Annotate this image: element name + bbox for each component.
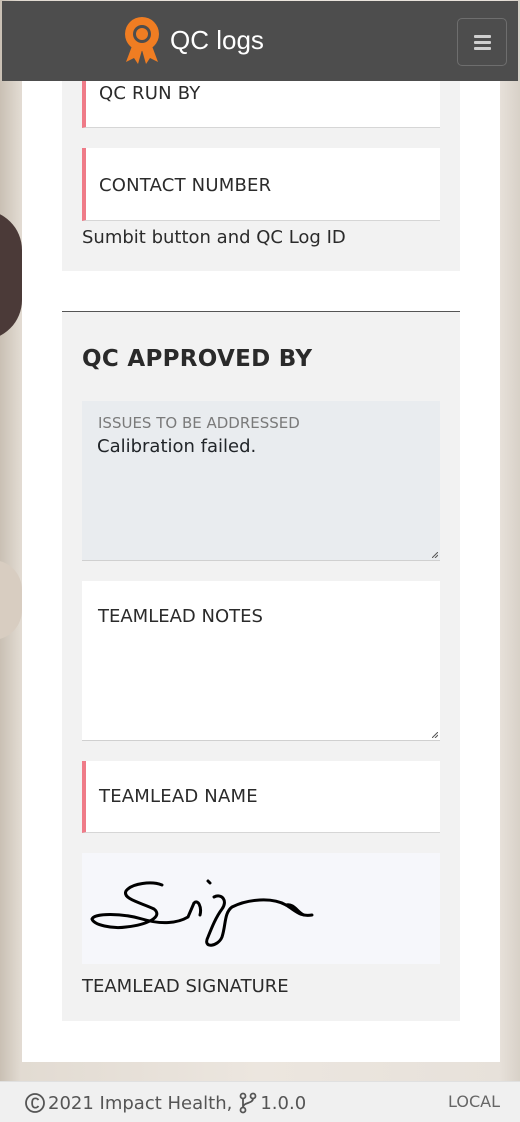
- teamlead-notes-textarea[interactable]: TEAMLEAD NOTES: [82, 581, 440, 741]
- version-text: 1.0.0: [260, 1092, 307, 1114]
- footer: 2021 Impact Health, 1.0.0 LOCAL: [0, 1081, 520, 1122]
- submit-note: Sumbit button and QC Log ID: [82, 227, 346, 248]
- menu-toggle-button[interactable]: [457, 18, 507, 66]
- navbar: QC logs: [2, 1, 518, 81]
- qc-run-by-label: QC RUN BY: [99, 83, 201, 104]
- code-branch-icon: [239, 1092, 257, 1114]
- hamburger-menu-icon-bar: [474, 41, 491, 44]
- app-title: QC logs: [170, 24, 264, 55]
- hamburger-menu-icon: [474, 35, 491, 38]
- copyright-icon: [25, 1093, 45, 1113]
- issues-textarea[interactable]: ISSUES TO BE ADDRESSED Calibration faile…: [82, 401, 440, 561]
- resize-grip-icon[interactable]: [432, 732, 438, 738]
- footer-info: 2021 Impact Health, 1.0.0: [24, 1092, 306, 1114]
- resize-grip-icon[interactable]: [432, 552, 438, 558]
- teamlead-name-field[interactable]: TEAMLEAD NAME: [82, 761, 440, 833]
- signature-pad[interactable]: [82, 853, 440, 964]
- teamlead-name-label: TEAMLEAD NAME: [99, 786, 258, 807]
- teamlead-signature-label: TEAMLEAD SIGNATURE: [82, 976, 289, 997]
- teamlead-notes-label: TEAMLEAD NOTES: [98, 606, 263, 627]
- signature-drawing: [90, 879, 314, 947]
- contact-number-field[interactable]: CONTACT NUMBER: [82, 148, 440, 221]
- environment-label: LOCAL: [448, 1092, 500, 1111]
- brand-link[interactable]: QC logs: [122, 16, 264, 64]
- copyright-text: 2021 Impact Health,: [48, 1092, 233, 1114]
- issues-label: ISSUES TO BE ADDRESSED: [98, 414, 300, 432]
- hamburger-menu-icon-bar: [474, 47, 491, 50]
- contact-number-label: CONTACT NUMBER: [99, 175, 272, 196]
- section-title: QC APPROVED BY: [82, 346, 313, 372]
- background-decoration: [0, 210, 22, 340]
- qc-run-by-field[interactable]: QC RUN BY: [82, 81, 440, 128]
- issues-value: Calibration failed.: [97, 436, 257, 457]
- badge-award-icon: [125, 17, 159, 64]
- background-decoration: [0, 560, 22, 640]
